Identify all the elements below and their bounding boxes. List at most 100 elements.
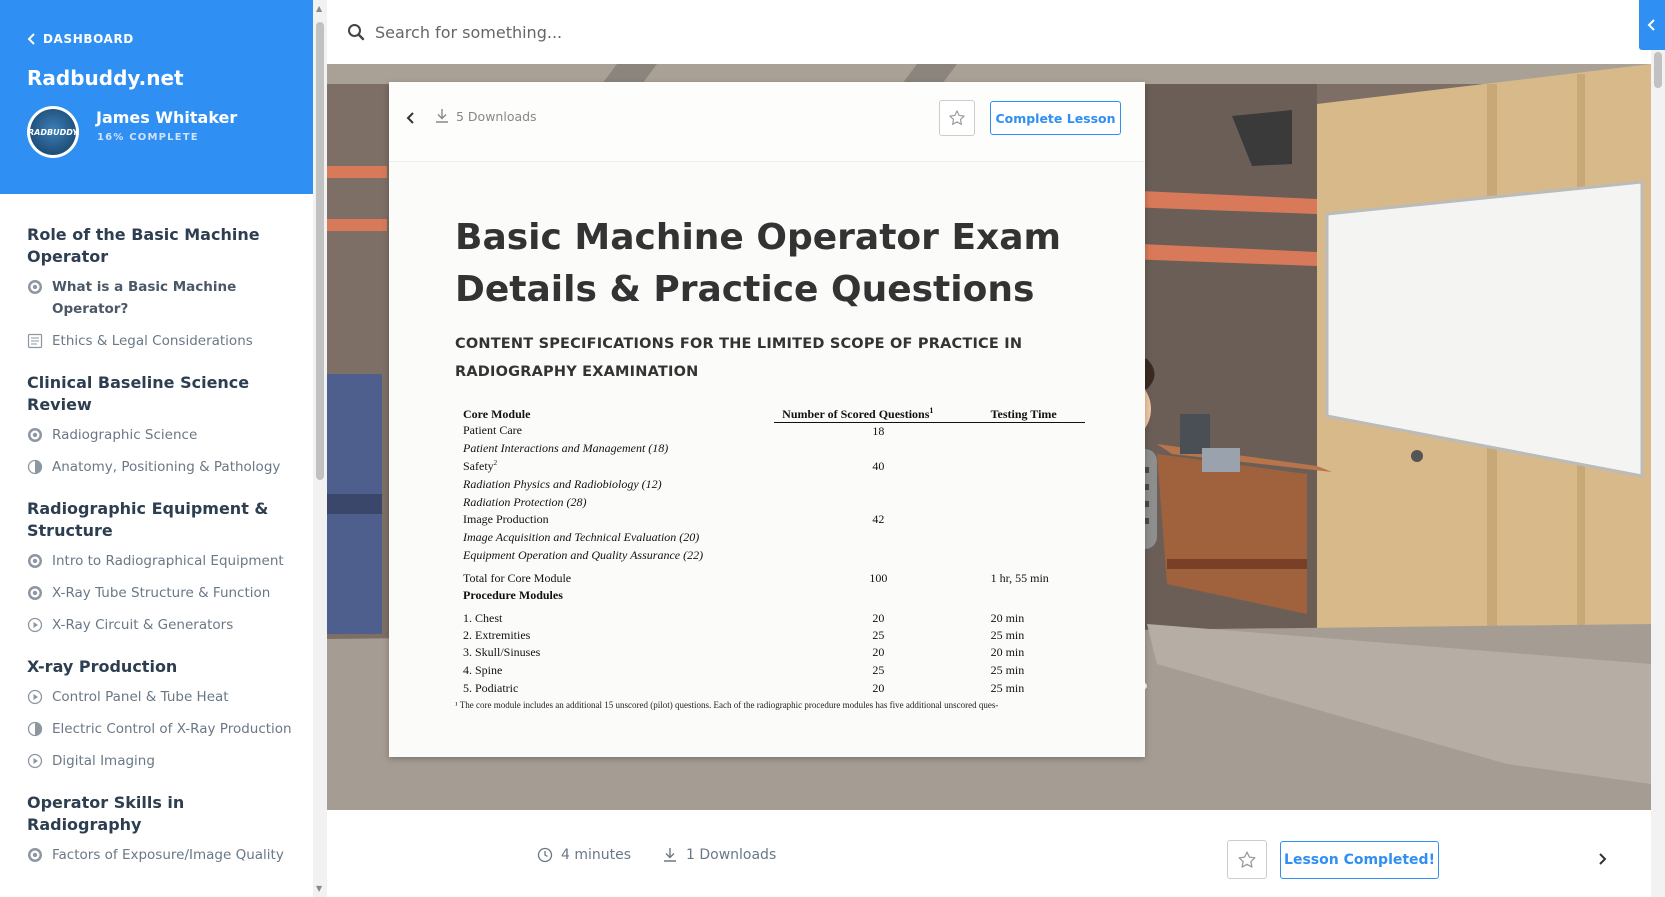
footnote-marker: 1	[929, 405, 934, 415]
lesson-item[interactable]: Electric Control of X-Ray Production	[27, 718, 293, 740]
table-row: Radiation Protection (28)	[455, 493, 1085, 511]
time-cell: 20 min	[990, 645, 1025, 660]
document-downloads-label: 5 Downloads	[456, 108, 537, 124]
module-cell: Patient Interactions and Management (18)	[455, 440, 774, 458]
time-cell: 25 min	[990, 680, 1025, 695]
main-scrollbar[interactable]	[1651, 50, 1665, 897]
lesson-item[interactable]: Control Panel & Tube Heat	[27, 686, 293, 708]
time-cell	[983, 475, 1085, 493]
lesson-item-label: Control Panel & Tube Heat	[52, 689, 229, 705]
lesson-item-label: Digital Imaging	[52, 753, 155, 769]
questions-cell: 20	[872, 680, 885, 695]
table-row: 1. Chest 20 20 min	[455, 604, 1085, 626]
lesson-footer: 4 minutes 1 Downloads Lesson Completed!	[327, 810, 1651, 897]
dashboard-back-link[interactable]: DASHBOARD	[27, 32, 134, 46]
lesson-item-label: Factors of Exposure/Image Quality	[52, 847, 284, 863]
lesson-item[interactable]: Digital Imaging	[27, 750, 293, 772]
table-row: Image Production 42	[455, 511, 1085, 529]
column-header-questions: Number of Scored Questions1	[774, 400, 983, 423]
lesson-item[interactable]: Radiographic Science	[27, 424, 293, 446]
time-cell: 1 hr, 55 min	[990, 571, 1049, 586]
lesson-item[interactable]: Factors of Exposure/Image Quality	[27, 844, 293, 866]
module-label: Patient Interactions and Management (18)	[463, 441, 669, 456]
questions-cell: 42	[872, 512, 885, 527]
table-row: Total for Core Module 100 1 hr, 55 min	[455, 564, 1085, 586]
column-header-module: Core Module	[463, 407, 531, 421]
favorite-button[interactable]	[939, 100, 975, 136]
lesson-item[interactable]: Ethics & Legal Considerations	[27, 330, 293, 352]
questions-cell: 40	[872, 458, 885, 473]
lesson-item[interactable]: X-Ray Tube Structure & Function	[27, 582, 293, 604]
table-row: 2. Extremities 25 25 min	[455, 626, 1085, 644]
module-cell: Total for Core Module	[455, 564, 774, 586]
lesson-downloads[interactable]: 1 Downloads	[662, 847, 776, 863]
main-scroll-thumb[interactable]	[1654, 52, 1662, 88]
table-row: Equipment Operation and Quality Assuranc…	[455, 547, 1085, 565]
document-downloads[interactable]: 5 Downloads	[434, 108, 537, 124]
document-toolbar: 5 Downloads Complete Lesson	[389, 82, 1145, 162]
module-label: Radiation Protection (28)	[463, 494, 587, 509]
module-label: Image Production	[463, 512, 549, 527]
lesson-video[interactable]: 5 Downloads Complete Lesson Basic Machin…	[327, 64, 1651, 810]
module-cell: Safety2	[455, 458, 774, 476]
download-icon	[436, 109, 448, 123]
questions-cell	[774, 547, 982, 565]
star-icon	[949, 110, 965, 125]
sidebar-scrollbar[interactable]: ▲ ▼	[313, 0, 327, 897]
table-row: Patient Interactions and Management (18)	[455, 440, 1085, 458]
lesson-downloads-label: 1 Downloads	[686, 847, 777, 863]
search-input[interactable]	[375, 22, 975, 42]
site-name: Radbuddy.net	[27, 66, 184, 90]
time-cell	[983, 547, 1085, 565]
table-row: Radiation Physics and Radiobiology (12)	[455, 475, 1085, 493]
module-cell: 5. Podiatric	[455, 680, 774, 698]
sidebar-toggle-button[interactable]	[1639, 0, 1665, 50]
course-sidebar: DASHBOARD Radbuddy.net RADBUDDY James Wh…	[0, 0, 313, 897]
lesson-item[interactable]: Intro to Radiographical Equipment	[27, 550, 293, 572]
module-cell: 1. Chest	[455, 604, 774, 626]
section-title: Role of the Basic Machine Operator	[27, 225, 260, 266]
module-label: Image Acquisition and Technical Evaluati…	[463, 530, 700, 545]
lesson-item[interactable]: Anatomy, Positioning & Pathology	[27, 456, 293, 478]
table-row: 4. Spine 25 25 min	[455, 662, 1085, 680]
table-row: Image Acquisition and Technical Evaluati…	[455, 529, 1085, 547]
questions-cell: 20	[872, 645, 885, 660]
favorite-lesson-button[interactable]	[1227, 840, 1267, 879]
module-cell: 4. Spine	[455, 662, 774, 680]
lesson-document: 5 Downloads Complete Lesson Basic Machin…	[389, 82, 1145, 757]
table-row: 5. Podiatric 20 25 min	[455, 680, 1085, 698]
download-icon	[664, 848, 676, 862]
module-label: 3. Skull/Sinuses	[463, 645, 541, 660]
table-row: Patient Care 18	[455, 422, 1085, 440]
scroll-up-arrow-icon[interactable]: ▲	[316, 4, 322, 13]
time-cell: 25 min	[990, 627, 1025, 642]
lesson-item-label: Anatomy, Positioning & Pathology	[52, 459, 281, 475]
lesson-item[interactable]: What is a Basic Machine Operator?	[27, 276, 293, 320]
time-cell	[983, 422, 1085, 440]
chevron-left-icon[interactable]	[403, 107, 419, 129]
module-cell: Procedure Modules	[455, 586, 774, 604]
complete-lesson-button[interactable]: Complete Lesson	[990, 101, 1121, 135]
section-title: X-ray Production	[27, 657, 178, 676]
outline-section: Radiographic Equipment & Structure Intro …	[27, 498, 293, 636]
play-icon	[27, 689, 43, 705]
video-icon	[27, 427, 43, 443]
lesson-duration: 4 minutes	[537, 847, 631, 863]
lesson-duration-label: 4 minutes	[561, 847, 632, 863]
lesson-completed-button[interactable]: Lesson Completed!	[1280, 841, 1439, 879]
video-icon	[27, 585, 43, 601]
outline-section: Operator Skills in Radiography Factors of…	[27, 792, 293, 866]
section-title: Clinical Baseline Science Review	[27, 373, 250, 414]
table-row: 3. Skull/Sinuses 20 20 min	[455, 644, 1085, 662]
lesson-item-label: Intro to Radiographical Equipment	[52, 553, 284, 569]
lesson-item[interactable]: X-Ray Circuit & Generators	[27, 614, 293, 636]
content-specifications-table: Core Module Number of Scored Questions 1 …	[455, 400, 1085, 697]
scroll-down-arrow-icon[interactable]: ▼	[316, 884, 322, 893]
module-label: Total for Core Module	[463, 571, 572, 586]
document-title: Basic Machine Operator Exam Details & Pr…	[455, 217, 1062, 310]
questions-cell	[774, 529, 982, 547]
sidebar-scroll-thumb[interactable]	[316, 22, 324, 480]
chevron-right-icon[interactable]	[1593, 846, 1613, 872]
module-label: Safety	[463, 458, 494, 473]
chevron-left-icon	[1647, 19, 1655, 31]
